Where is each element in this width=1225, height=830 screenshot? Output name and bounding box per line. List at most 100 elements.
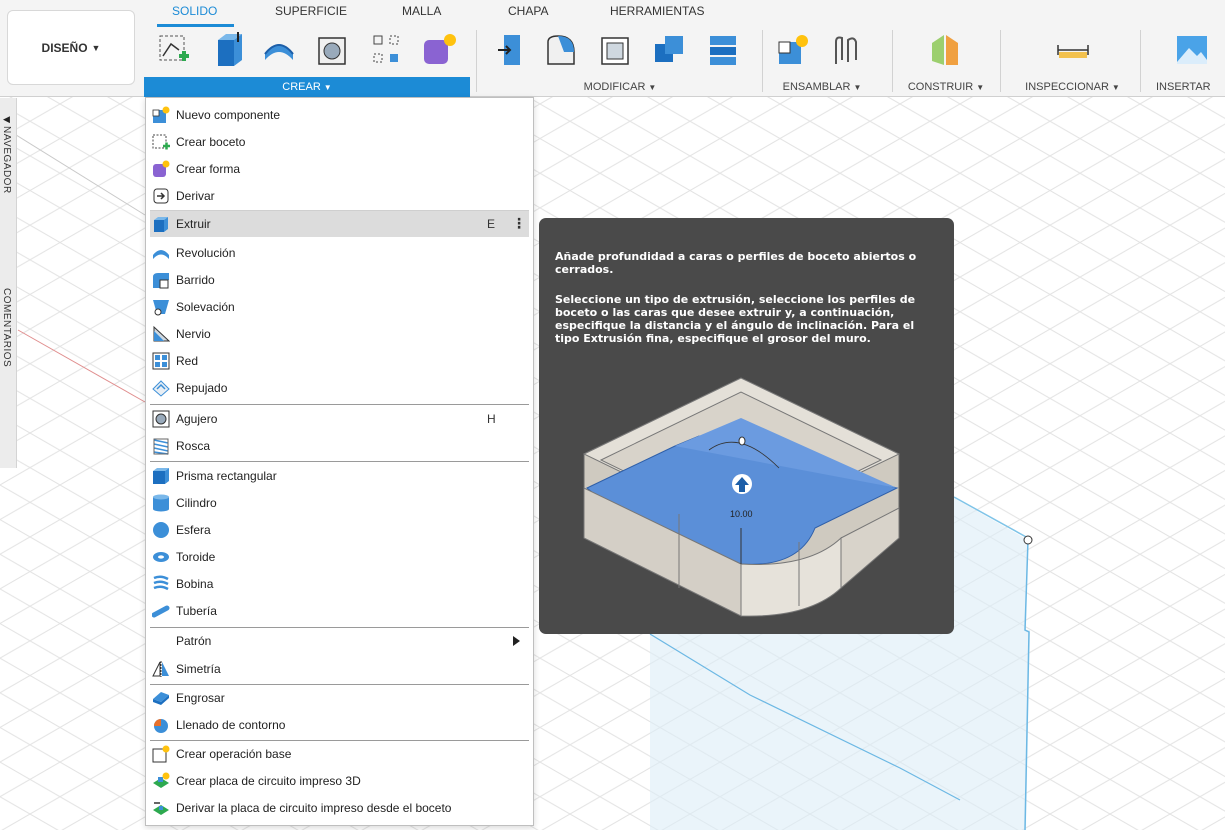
more-options-icon[interactable]: ⋮ [512,215,526,232]
pcb-derive-icon [152,799,170,817]
extrude-illustration [582,377,901,617]
menu-item-prisma-rectangular[interactable]: Prisma rectangular [146,463,533,490]
menu-item-crear-placa-3d[interactable]: Crear placa de circuito impreso 3D [146,768,533,795]
menu-item-crear-forma[interactable]: Crear forma [146,156,533,183]
menu-item-derivar-placa[interactable]: Derivar la placa de circuito impreso des… [146,795,533,822]
tooltip-summary: Añade profundidad a caras o perfiles de … [555,250,917,276]
hole-icon [152,410,170,428]
fillet-tool-icon[interactable] [542,28,580,72]
workspace-selector[interactable]: DISEÑO ▼ [7,10,135,85]
pipe-icon [152,602,170,620]
menu-item-red[interactable]: Red [146,348,533,375]
create-form-icon [152,160,170,178]
boundary-fill-icon [152,716,170,734]
menu-item-nuevo-componente[interactable]: Nuevo componente [146,102,533,129]
menu-item-engrosar[interactable]: Engrosar [146,685,533,712]
expand-arrow-icon[interactable]: ◀ [3,114,10,125]
menu-item-crear-operacion-base[interactable]: Crear operación base [146,741,533,768]
crear-group-dropdown[interactable]: CREAR ▼ [144,77,470,97]
menu-item-solevacion[interactable]: Solevación [146,294,533,321]
ensamblar-group-dropdown[interactable]: ENSAMBLAR ▼ [772,80,872,94]
toolbar-divider [476,30,477,92]
menu-item-repujado[interactable]: Repujado [146,375,533,402]
extrude-tooltip: Añade profundidad a caras o perfiles de … [539,218,954,634]
tab-malla[interactable]: MALLA [402,4,441,18]
menu-separator [150,461,529,462]
sketch-point[interactable] [1023,535,1033,545]
pcb-3d-icon [152,772,170,790]
inspeccionar-group-dropdown[interactable]: INSPECCIONAR ▼ [1015,80,1130,94]
crear-menu: Nuevo componente Crear boceto Crear form… [145,97,534,826]
active-tab-indicator [157,24,234,27]
menu-item-patron[interactable]: Patrón [146,628,533,655]
menu-item-agujero[interactable]: Agujero H [146,406,533,433]
menu-item-extruir[interactable]: Extruir E ⋮ [150,210,529,237]
navigator-tab[interactable]: NAVEGADOR [1,126,12,194]
menu-item-revolucion[interactable]: Revolución [146,240,533,267]
modificar-label: MODIFICAR [583,81,646,93]
menu-item-derivar[interactable]: Derivar [146,183,533,210]
pattern-tool-icon[interactable] [368,28,406,72]
comments-tab[interactable]: COMENTARIOS [1,288,12,367]
derive-icon [152,187,170,205]
base-feature-icon [152,745,170,763]
new-component-icon [152,106,170,124]
menu-item-cilindro[interactable]: Cilindro [146,490,533,517]
menu-item-simetria[interactable]: Simetría [146,656,533,683]
menu-item-nervio[interactable]: Nervio [146,321,533,348]
split-body-tool-icon[interactable] [704,28,742,72]
tab-solido[interactable]: SOLIDO [172,4,217,18]
submenu-arrow-icon [513,636,520,646]
joint-tool-icon[interactable] [826,28,864,72]
revolve-tool-icon[interactable] [260,28,298,72]
construir-group-dropdown[interactable]: CONSTRUIR ▼ [900,80,992,94]
menu-item-barrido[interactable]: Barrido [146,267,533,294]
extrude-tool-icon[interactable] [210,28,248,72]
caret-down-icon: ▼ [976,82,985,92]
mirror-icon [152,660,170,678]
tooltip-distance-value: 10.00 [730,509,753,519]
menu-item-rosca[interactable]: Rosca [146,433,533,460]
sphere-icon [152,521,170,539]
emboss-icon [152,379,170,397]
thicken-icon [152,689,170,707]
revolve-icon [152,244,170,262]
tab-superficie[interactable]: SUPERFICIE [275,4,347,18]
tab-chapa[interactable]: CHAPA [508,4,548,18]
chevron-down-icon: ▼ [91,42,101,53]
create-sketch-tool-icon[interactable] [155,28,193,72]
cylinder-icon [152,494,170,512]
tab-herramientas[interactable]: HERRAMIENTAS [610,4,704,18]
construir-label: CONSTRUIR [907,81,974,93]
caret-down-icon: ▼ [853,82,862,92]
press-pull-tool-icon[interactable] [492,28,530,72]
extrude-icon [152,215,170,233]
hole-tool-icon[interactable] [313,28,351,72]
construction-plane-tool-icon[interactable] [926,28,964,72]
create-form-tool-icon[interactable] [420,28,458,72]
insert-image-tool-icon[interactable] [1174,28,1212,72]
menu-separator [150,404,529,405]
menu-item-toroide[interactable]: Toroide [146,544,533,571]
menu-item-llenado-de-contorno[interactable]: Llenado de contorno [146,712,533,739]
shortcut-label: E [487,217,496,231]
thread-icon [152,437,170,455]
toolbar-divider [1000,30,1001,92]
shortcut-label: H [487,412,496,426]
menu-item-esfera[interactable]: Esfera [146,517,533,544]
toolbar: DISEÑO ▼ SOLIDO SUPERFICIE MALLA CHAPA H… [0,0,1225,97]
measure-tool-icon[interactable] [1054,28,1092,72]
menu-item-tuberia[interactable]: Tubería [146,598,533,625]
new-component-tool-icon[interactable] [774,28,812,72]
coil-icon [152,575,170,593]
combine-tool-icon[interactable] [651,28,689,72]
modificar-group-dropdown[interactable]: MODIFICAR ▼ [560,80,680,94]
box-icon [152,467,170,485]
inspeccionar-label: INSPECCIONAR [1025,81,1109,93]
menu-item-crear-boceto[interactable]: Crear boceto [146,129,533,156]
loft-icon [152,298,170,316]
menu-item-bobina[interactable]: Bobina [146,571,533,598]
shell-tool-icon[interactable] [596,28,634,72]
crear-label: CREAR [282,81,321,93]
insertar-group-dropdown[interactable]: INSERTAR [1156,80,1225,94]
